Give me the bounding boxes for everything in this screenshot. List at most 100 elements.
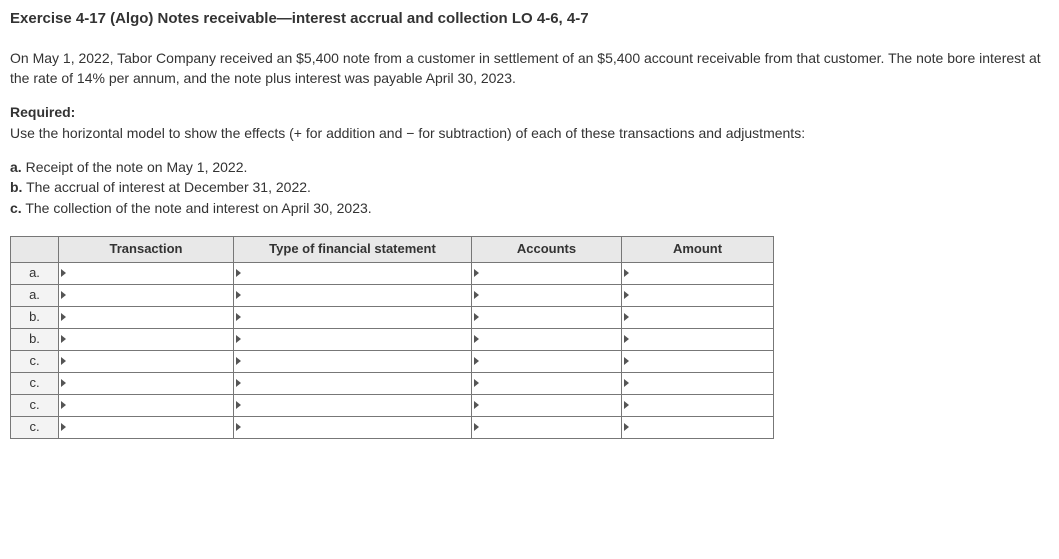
accounts-input[interactable] [472, 372, 622, 394]
type-input[interactable] [234, 394, 472, 416]
type-input[interactable] [234, 350, 472, 372]
item-a-text: Receipt of the note on May 1, 2022. [22, 159, 248, 175]
dropdown-icon [236, 313, 241, 321]
dropdown-icon [474, 269, 479, 277]
exercise-title: Exercise 4-17 (Algo) Notes receivable—in… [10, 8, 1049, 30]
dropdown-icon [624, 335, 629, 343]
row-label: c. [11, 394, 59, 416]
item-b-label: b. [10, 179, 22, 195]
table-header-row: Transaction Type of financial statement … [11, 236, 774, 262]
amount-input[interactable] [622, 416, 774, 438]
dropdown-icon [624, 379, 629, 387]
dropdown-icon [474, 313, 479, 321]
item-c-text: The collection of the note and interest … [22, 200, 372, 216]
table-row: c. [11, 416, 774, 438]
dropdown-icon [236, 335, 241, 343]
dropdown-icon [624, 357, 629, 365]
required-label: Required: [10, 104, 75, 120]
dropdown-icon [236, 401, 241, 409]
accounts-input[interactable] [472, 328, 622, 350]
type-input[interactable] [234, 328, 472, 350]
table-row: c. [11, 394, 774, 416]
item-a-label: a. [10, 159, 22, 175]
transaction-input[interactable] [59, 394, 234, 416]
dropdown-icon [61, 357, 66, 365]
accounts-input[interactable] [472, 350, 622, 372]
type-input[interactable] [234, 284, 472, 306]
accounts-input[interactable] [472, 416, 622, 438]
type-input[interactable] [234, 262, 472, 284]
required-text: Use the horizontal model to show the eff… [10, 125, 805, 141]
row-label: a. [11, 284, 59, 306]
table-row: b. [11, 328, 774, 350]
dropdown-icon [61, 401, 66, 409]
dropdown-icon [61, 269, 66, 277]
header-accounts: Accounts [472, 236, 622, 262]
dropdown-icon [474, 357, 479, 365]
row-label: b. [11, 306, 59, 328]
type-input[interactable] [234, 306, 472, 328]
accounts-input[interactable] [472, 284, 622, 306]
header-amount: Amount [622, 236, 774, 262]
row-label: c. [11, 350, 59, 372]
accounts-input[interactable] [472, 306, 622, 328]
transaction-input[interactable] [59, 350, 234, 372]
dropdown-icon [624, 423, 629, 431]
amount-input[interactable] [622, 306, 774, 328]
dropdown-icon [61, 379, 66, 387]
table-row: a. [11, 284, 774, 306]
dropdown-icon [61, 291, 66, 299]
dropdown-icon [624, 313, 629, 321]
dropdown-icon [474, 379, 479, 387]
transaction-input[interactable] [59, 372, 234, 394]
header-transaction: Transaction [59, 236, 234, 262]
header-blank [11, 236, 59, 262]
dropdown-icon [236, 357, 241, 365]
accounts-input[interactable] [472, 262, 622, 284]
accounts-input[interactable] [472, 394, 622, 416]
dropdown-icon [236, 423, 241, 431]
dropdown-icon [624, 269, 629, 277]
row-label: b. [11, 328, 59, 350]
table-row: a. [11, 262, 774, 284]
transaction-input[interactable] [59, 416, 234, 438]
dropdown-icon [61, 423, 66, 431]
transaction-input[interactable] [59, 284, 234, 306]
amount-input[interactable] [622, 350, 774, 372]
required-block: Required: Use the horizontal model to sh… [10, 102, 1049, 143]
dropdown-icon [474, 335, 479, 343]
item-list: a. Receipt of the note on May 1, 2022. b… [10, 157, 1049, 218]
dropdown-icon [474, 423, 479, 431]
intro-paragraph: On May 1, 2022, Tabor Company received a… [10, 48, 1049, 89]
dropdown-icon [624, 401, 629, 409]
type-input[interactable] [234, 372, 472, 394]
dropdown-icon [474, 401, 479, 409]
row-label: c. [11, 372, 59, 394]
transaction-input[interactable] [59, 328, 234, 350]
dropdown-icon [236, 269, 241, 277]
transaction-input[interactable] [59, 262, 234, 284]
amount-input[interactable] [622, 328, 774, 350]
table-row: b. [11, 306, 774, 328]
transaction-input[interactable] [59, 306, 234, 328]
table-body: a. a. b. b. c. [11, 262, 774, 438]
dropdown-icon [236, 291, 241, 299]
dropdown-icon [236, 379, 241, 387]
amount-input[interactable] [622, 394, 774, 416]
dropdown-icon [61, 335, 66, 343]
amount-input[interactable] [622, 284, 774, 306]
amount-input[interactable] [622, 372, 774, 394]
row-label: a. [11, 262, 59, 284]
dropdown-icon [61, 313, 66, 321]
table-row: c. [11, 372, 774, 394]
transactions-table: Transaction Type of financial statement … [10, 236, 774, 439]
item-c-label: c. [10, 200, 22, 216]
amount-input[interactable] [622, 262, 774, 284]
dropdown-icon [624, 291, 629, 299]
type-input[interactable] [234, 416, 472, 438]
dropdown-icon [474, 291, 479, 299]
table-row: c. [11, 350, 774, 372]
row-label: c. [11, 416, 59, 438]
header-type: Type of financial statement [234, 236, 472, 262]
item-b-text: The accrual of interest at December 31, … [22, 179, 310, 195]
